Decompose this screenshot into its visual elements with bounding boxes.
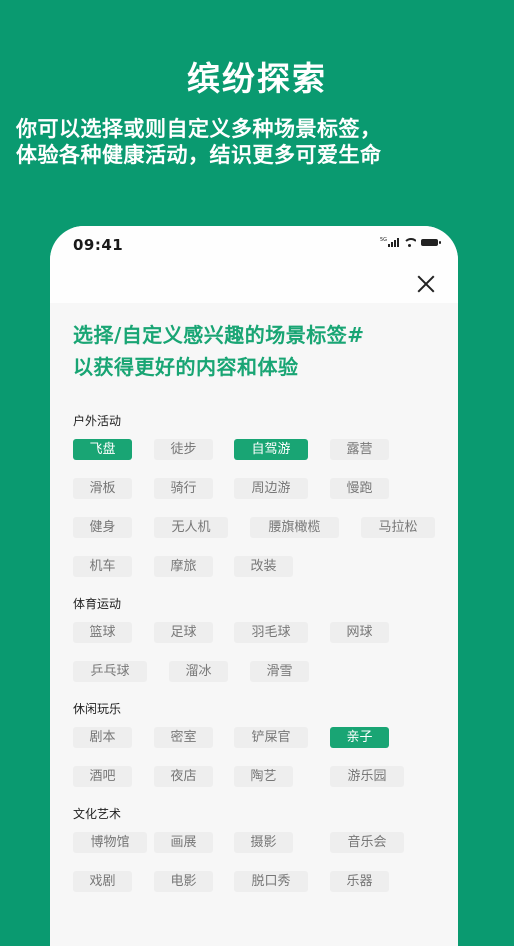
section-title: 文化艺术 — [73, 807, 122, 821]
tag-chip[interactable]: 骑行 — [154, 478, 213, 499]
tag-chip[interactable]: 篮球 — [73, 622, 132, 643]
tag-list: 博物馆 画展 摄影 音乐会戏剧 电影 脱口秀 乐器 — [73, 832, 443, 893]
tag-chip[interactable]: 网球 — [330, 622, 389, 643]
tag-section: 休闲玩乐剧本 密室 铲屎官 亲子酒吧 夜店 陶艺 游乐园 — [73, 700, 443, 788]
battery-icon — [421, 239, 441, 246]
tag-sections: 户外活动飞盘 徒步 自驾游 露营滑板 骑行 周边游 慢跑健身 无人机 腰旗橄榄 马拉松机车 摩旅 改装… — [73, 412, 443, 893]
tag-chip-selected[interactable]: 亲子 — [330, 727, 389, 748]
tag-chip[interactable]: 慢跑 — [330, 478, 389, 499]
tag-list: 飞盘 徒步 自驾游 露营滑板 骑行 周边游 慢跑健身 无人机 腰旗橄榄 马拉松机车 摩旅 改装 — [73, 439, 443, 578]
tag-chip[interactable]: 陶艺 — [234, 766, 293, 787]
tag-chip[interactable]: 健身 — [73, 517, 132, 538]
tag-chip[interactable]: 电影 — [154, 871, 213, 892]
tag-chip[interactable]: 乒乓球 — [73, 661, 147, 682]
phone-screen: 09:41 5G 选择/自定义感兴趣的场景标签# 以获得更好的内容和体验 户外活… — [50, 226, 458, 946]
tag-row: 博物馆 画展 摄影 音乐会 — [73, 832, 443, 854]
tag-section: 体育运动篮球 足球 羽毛球 网球乒乓球 溜冰 滑雪 — [73, 595, 443, 683]
tag-chip[interactable]: 足球 — [154, 622, 213, 643]
tag-chip[interactable]: 摩旅 — [154, 556, 213, 577]
tag-chip[interactable]: 戏剧 — [73, 871, 132, 892]
tag-row: 乒乓球 溜冰 滑雪 — [73, 661, 443, 683]
tag-chip[interactable]: 乐器 — [330, 871, 389, 892]
tag-section: 文化艺术博物馆 画展 摄影 音乐会戏剧 电影 脱口秀 乐器 — [73, 805, 443, 893]
tag-chip[interactable]: 滑板 — [73, 478, 132, 499]
tag-row: 机车 摩旅 改装 — [73, 556, 443, 578]
tag-chip[interactable]: 露营 — [330, 439, 389, 460]
tag-row: 篮球 足球 羽毛球 网球 — [73, 622, 443, 644]
tag-chip[interactable]: 摄影 — [234, 832, 293, 853]
tag-list: 剧本 密室 铲屎官 亲子酒吧 夜店 陶艺 游乐园 — [73, 727, 443, 788]
status-time: 09:41 — [73, 236, 124, 254]
hero-title: 缤纷探索 — [187, 59, 327, 98]
top-bar: 09:41 5G — [50, 226, 458, 303]
tag-selection-content: 选择/自定义感兴趣的场景标签# 以获得更好的内容和体验 户外活动飞盘 徒步 自驾游 露… — [73, 303, 443, 910]
headline: 选择/自定义感兴趣的场景标签# 以获得更好的内容和体验 — [73, 319, 443, 383]
hero-subtitle-line1: 你可以选择或则自定义多种场景标签， — [16, 117, 382, 141]
tag-row: 滑板 骑行 周边游 慢跑 — [73, 478, 443, 500]
tag-chip[interactable]: 密室 — [154, 727, 213, 748]
close-icon[interactable] — [414, 272, 438, 296]
tag-chip-selected[interactable]: 飞盘 — [73, 439, 132, 460]
tag-chip[interactable]: 腰旗橄榄 — [250, 517, 339, 538]
tag-row: 酒吧 夜店 陶艺 游乐园 — [73, 766, 443, 788]
tag-chip[interactable]: 机车 — [73, 556, 132, 577]
section-title: 户外活动 — [73, 414, 122, 428]
headline-line2: 以获得更好的内容和体验 — [73, 355, 299, 379]
tag-chip[interactable]: 马拉松 — [361, 517, 435, 538]
tag-chip[interactable]: 夜店 — [154, 766, 213, 787]
signal-icon: 5G — [380, 238, 399, 247]
tag-chip[interactable]: 酒吧 — [73, 766, 132, 787]
hero-subtitle-line2: 体验各种健康活动，结识更多可爱生命 — [16, 143, 382, 167]
tag-chip[interactable]: 博物馆 — [73, 832, 147, 853]
headline-line1: 选择/自定义感兴趣的场景标签# — [73, 323, 365, 347]
tag-chip[interactable]: 周边游 — [234, 478, 308, 499]
tag-chip[interactable]: 羽毛球 — [234, 622, 308, 643]
tag-chip[interactable]: 剧本 — [73, 727, 132, 748]
tag-chip[interactable]: 游乐园 — [330, 766, 404, 787]
tag-chip[interactable]: 溜冰 — [169, 661, 228, 682]
tag-chip[interactable]: 铲屎官 — [234, 727, 308, 748]
tag-chip[interactable]: 画展 — [154, 832, 213, 853]
tag-row: 戏剧 电影 脱口秀 乐器 — [73, 871, 443, 893]
tag-section: 户外活动飞盘 徒步 自驾游 露营滑板 骑行 周边游 慢跑健身 无人机 腰旗橄榄 马拉松机车 摩旅 改装 — [73, 412, 443, 578]
tag-row: 健身 无人机 腰旗橄榄 马拉松 — [73, 517, 443, 539]
tag-chip[interactable]: 音乐会 — [330, 832, 404, 853]
tag-chip[interactable]: 无人机 — [154, 517, 228, 538]
tag-chip-selected[interactable]: 自驾游 — [234, 439, 308, 460]
hero-subtitle: 你可以选择或则自定义多种场景标签， 体验各种健康活动，结识更多可爱生命 — [16, 116, 506, 168]
tag-chip[interactable]: 脱口秀 — [234, 871, 308, 892]
section-title: 休闲玩乐 — [73, 702, 122, 716]
network-label: 5G — [379, 237, 387, 243]
tag-chip[interactable]: 改装 — [234, 556, 293, 577]
tag-chip[interactable]: 滑雪 — [250, 661, 309, 682]
tag-chip[interactable]: 徒步 — [154, 439, 213, 460]
status-icons: 5G — [380, 238, 441, 247]
wifi-icon — [404, 238, 416, 247]
tag-row: 剧本 密室 铲屎官 亲子 — [73, 727, 443, 749]
section-title: 体育运动 — [73, 597, 122, 611]
tag-row: 飞盘 徒步 自驾游 露营 — [73, 439, 443, 461]
tag-list: 篮球 足球 羽毛球 网球乒乓球 溜冰 滑雪 — [73, 622, 443, 683]
